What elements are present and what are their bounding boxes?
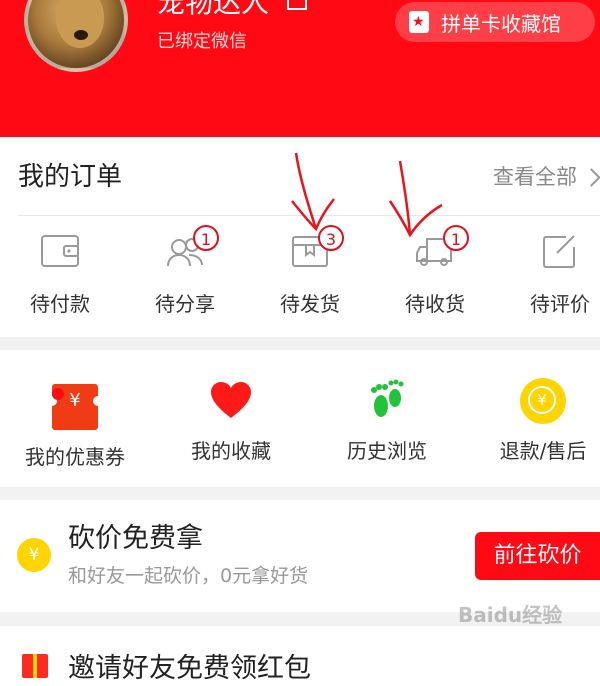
refund-coin-icon: ¥ — [520, 378, 566, 424]
chevron-right-icon — [582, 167, 600, 187]
browse-history[interactable]: 历史浏览 — [317, 378, 457, 464]
bargain-section: ¥ 砍价免费拿 和好友一起砍价，0元拿好货 前往砍价 — [0, 500, 600, 612]
go-bargain-button[interactable]: 前往砍价 — [475, 532, 600, 580]
annotation-arrow-icon — [291, 152, 335, 232]
package-box-icon: 3 — [290, 225, 344, 269]
edit-name-icon[interactable] — [287, 0, 307, 10]
tool-label: 我的收藏 — [191, 439, 271, 463]
bargain-subtitle: 和好友一起砍价，0元拿好货 — [68, 565, 309, 587]
order-pending-receipt[interactable]: 1 待收货 — [385, 225, 485, 323]
avatar-dog-face — [56, 0, 104, 48]
tool-label: 历史浏览 — [347, 439, 427, 463]
refund-after-sales[interactable]: ¥ 退款/售后 — [473, 378, 600, 464]
coupon-icon: ¥ — [47, 384, 103, 430]
share-group-icon: 1 — [165, 225, 219, 269]
my-favorites[interactable]: 我的收藏 — [161, 378, 301, 464]
my-orders-section: 我的订单 查看全部 待付款 1 待分享 3 待发货 1 待收货 待评价 — [0, 137, 600, 337]
heart-icon — [208, 378, 254, 424]
refund-symbol: ¥ — [528, 386, 556, 414]
tool-label: 我的优惠券 — [25, 445, 125, 469]
order-count-badge: 1 — [193, 225, 219, 251]
order-label: 待分享 — [155, 292, 215, 316]
card-album-icon — [409, 11, 429, 33]
profile-header: 宠物达人 已绑定微信 拼单卡收藏馆 — [0, 0, 600, 137]
tools-section: ¥ 我的优惠券 我的收藏 历史浏览 ¥ 退款/售后 — [0, 350, 600, 487]
order-pending-share[interactable]: 1 待分享 — [135, 225, 235, 323]
order-label: 待付款 — [30, 292, 90, 316]
invite-title: 邀请好友免费领红包 — [68, 653, 311, 684]
order-label: 待收货 — [405, 292, 465, 316]
order-pending-shipment[interactable]: 3 待发货 — [260, 225, 360, 323]
tool-label: 退款/售后 — [499, 439, 587, 463]
edit-review-icon — [540, 233, 580, 269]
invite-section[interactable]: 邀请好友免费领红包 — [0, 626, 600, 686]
card-album-button[interactable]: 拼单卡收藏馆 — [395, 2, 595, 42]
wechat-bind-status: 已绑定微信 — [157, 31, 247, 52]
order-label: 待发货 — [280, 292, 340, 316]
avatar[interactable] — [24, 0, 128, 72]
gift-icon — [22, 654, 48, 678]
wallet-icon — [40, 233, 80, 269]
new-notification-dot — [52, 388, 64, 400]
baidu-watermark: Baidu经验 — [458, 603, 563, 627]
order-pending-review[interactable]: 待评价 — [510, 233, 600, 323]
order-count-badge: 1 — [443, 225, 469, 251]
order-label: 待评价 — [530, 292, 590, 316]
bargain-title: 砍价免费拿 — [68, 523, 203, 554]
avatar-dog-nose — [74, 30, 88, 40]
my-coupons[interactable]: ¥ 我的优惠券 — [5, 378, 145, 470]
card-album-label: 拼单卡收藏馆 — [441, 11, 561, 36]
order-pending-payment[interactable]: 待付款 — [10, 233, 110, 323]
coin-icon: ¥ — [17, 538, 51, 572]
footprints-icon — [364, 378, 410, 424]
annotation-arrow-icon — [388, 160, 443, 238]
view-all-orders-link[interactable]: 查看全部 — [493, 161, 600, 193]
username: 宠物达人 — [157, 0, 270, 19]
view-all-label: 查看全部 — [493, 165, 577, 189]
orders-title: 我的订单 — [18, 162, 123, 192]
